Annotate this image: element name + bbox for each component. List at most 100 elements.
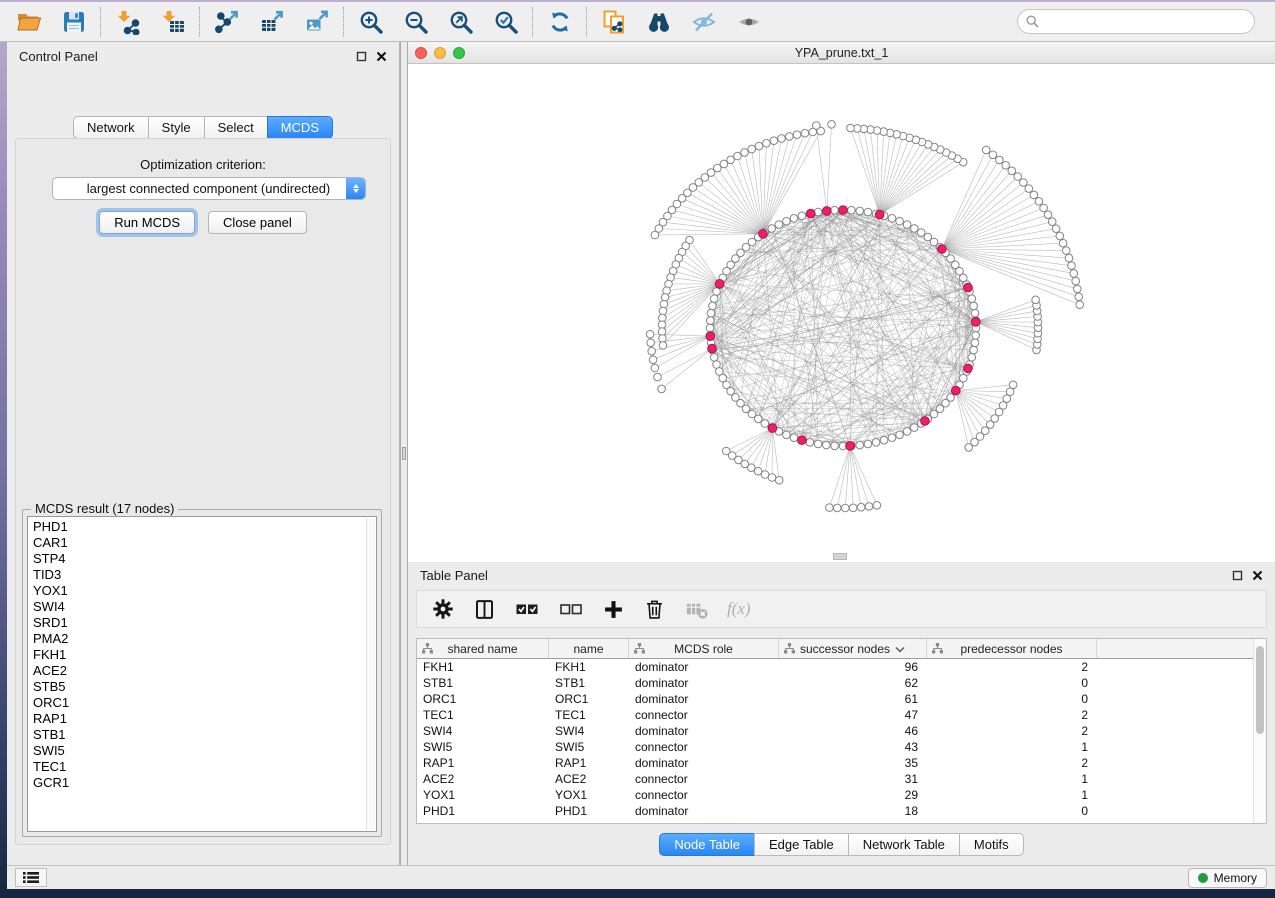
network-node[interactable] [1065, 254, 1073, 262]
network-canvas[interactable] [408, 64, 1275, 562]
mcds-result-item[interactable]: SWI4 [33, 599, 376, 615]
zoom-in-button[interactable] [348, 4, 393, 40]
network-node[interactable] [783, 217, 791, 225]
network-node[interactable] [1048, 218, 1056, 226]
network-node[interactable] [888, 215, 896, 223]
table-tab-node-table[interactable]: Node Table [659, 833, 755, 856]
run-mcds-button[interactable]: Run MCDS [99, 211, 195, 234]
table-row[interactable]: SWI5SWI5connector431 [417, 739, 1266, 755]
network-node[interactable] [793, 131, 801, 139]
zoom-out-button[interactable] [393, 4, 438, 40]
network-node[interactable] [1075, 293, 1083, 301]
save-session-button[interactable] [51, 4, 96, 40]
network-node[interactable] [754, 415, 762, 423]
network-node[interactable] [1044, 211, 1052, 219]
table-settings-button[interactable] [431, 597, 455, 621]
mcds-result-item[interactable]: TEC1 [33, 759, 376, 775]
network-node[interactable] [763, 139, 771, 147]
network-node[interactable] [917, 229, 925, 237]
network-node[interactable] [896, 431, 904, 439]
network-node[interactable] [970, 302, 978, 310]
tab-mcds[interactable]: MCDS [267, 116, 333, 139]
mcds-result-item[interactable]: ORC1 [33, 695, 376, 711]
network-node[interactable] [649, 356, 657, 364]
mcds-result-item[interactable]: CAR1 [33, 535, 376, 551]
table-row[interactable]: PHD1PHD1dominator180 [417, 803, 1266, 819]
network-node[interactable] [823, 441, 831, 449]
network-node[interactable] [761, 420, 769, 428]
network-node[interactable] [896, 217, 904, 225]
network-node[interactable] [831, 206, 839, 214]
mcds-result-item[interactable]: STB5 [33, 679, 376, 695]
network-node[interactable] [1052, 225, 1060, 233]
sort-desc-icon[interactable] [895, 642, 905, 656]
network-node[interactable] [707, 309, 715, 317]
mcds-result-item[interactable]: ACE2 [33, 663, 376, 679]
network-node[interactable] [722, 447, 730, 455]
network-node[interactable] [996, 156, 1004, 164]
network-node[interactable] [834, 504, 842, 512]
network-node[interactable] [873, 502, 881, 510]
mcds-hub-node[interactable] [972, 318, 981, 327]
mcds-hub-node[interactable] [768, 424, 777, 433]
delete-table-button[interactable] [684, 597, 709, 622]
network-node[interactable] [970, 346, 978, 354]
mcds-result-item[interactable]: GCR1 [33, 775, 376, 791]
import-network-button[interactable] [105, 4, 150, 40]
splitter-grip[interactable] [402, 447, 406, 460]
vertical-splitter[interactable] [400, 42, 408, 865]
network-node[interactable] [734, 152, 742, 160]
close-panel-button[interactable]: Close panel [208, 211, 307, 234]
mcds-hub-node[interactable] [708, 344, 717, 353]
network-node[interactable] [768, 474, 776, 482]
table-scrollbar[interactable] [1253, 639, 1266, 823]
network-node[interactable] [1040, 204, 1048, 212]
tab-select[interactable]: Select [204, 116, 268, 139]
network-node[interactable] [706, 324, 714, 332]
network-node[interactable] [849, 504, 857, 512]
network-node[interactable] [658, 385, 666, 393]
network-node[interactable] [826, 504, 834, 512]
network-node[interactable] [755, 142, 763, 150]
network-node[interactable] [1008, 167, 1016, 175]
network-node[interactable] [790, 215, 798, 223]
network-node[interactable] [968, 354, 976, 362]
network-node[interactable] [848, 206, 856, 214]
network-node[interactable] [1070, 270, 1078, 278]
show-columns-button[interactable] [473, 598, 496, 621]
network-node[interactable] [857, 503, 865, 511]
network-node[interactable] [847, 124, 855, 132]
network-node[interactable] [651, 364, 659, 372]
mcds-hub-node[interactable] [921, 417, 930, 426]
mcds-hub-node[interactable] [938, 245, 947, 254]
network-node[interactable] [814, 208, 822, 216]
tab-network[interactable]: Network [73, 116, 149, 139]
network-node[interactable] [770, 137, 778, 145]
network-node[interactable] [741, 149, 749, 157]
mcds-result-item[interactable]: SWI5 [33, 743, 376, 759]
zoom-selected-button[interactable] [483, 4, 528, 40]
hide-selected-button[interactable] [681, 4, 726, 40]
network-node[interactable] [814, 440, 822, 448]
network-node[interactable] [801, 129, 809, 137]
network-node[interactable] [872, 439, 880, 447]
mcds-result-item[interactable]: TID3 [33, 567, 376, 583]
network-node[interactable] [661, 294, 669, 302]
network-node[interactable] [790, 434, 798, 442]
deselect-all-button[interactable] [558, 596, 584, 622]
network-node[interactable] [971, 309, 979, 317]
network-node[interactable] [768, 225, 776, 233]
column-header-MCDS-role[interactable]: MCDS role [629, 639, 779, 658]
zoom-fit-button[interactable] [438, 4, 483, 40]
network-node[interactable] [813, 122, 821, 130]
duplicate-network-button[interactable] [591, 4, 636, 40]
mcds-result-item[interactable]: FKH1 [33, 647, 376, 663]
network-node[interactable] [831, 442, 839, 450]
table-row[interactable]: STB1STB1dominator620 [417, 675, 1266, 691]
horizontal-splitter-grip[interactable] [833, 553, 847, 560]
mcds-result-item[interactable]: PMA2 [33, 631, 376, 647]
network-node[interactable] [989, 151, 997, 159]
mcds-result-item[interactable]: YOX1 [33, 583, 376, 599]
network-node[interactable] [775, 476, 783, 484]
network-node[interactable] [1059, 239, 1067, 247]
